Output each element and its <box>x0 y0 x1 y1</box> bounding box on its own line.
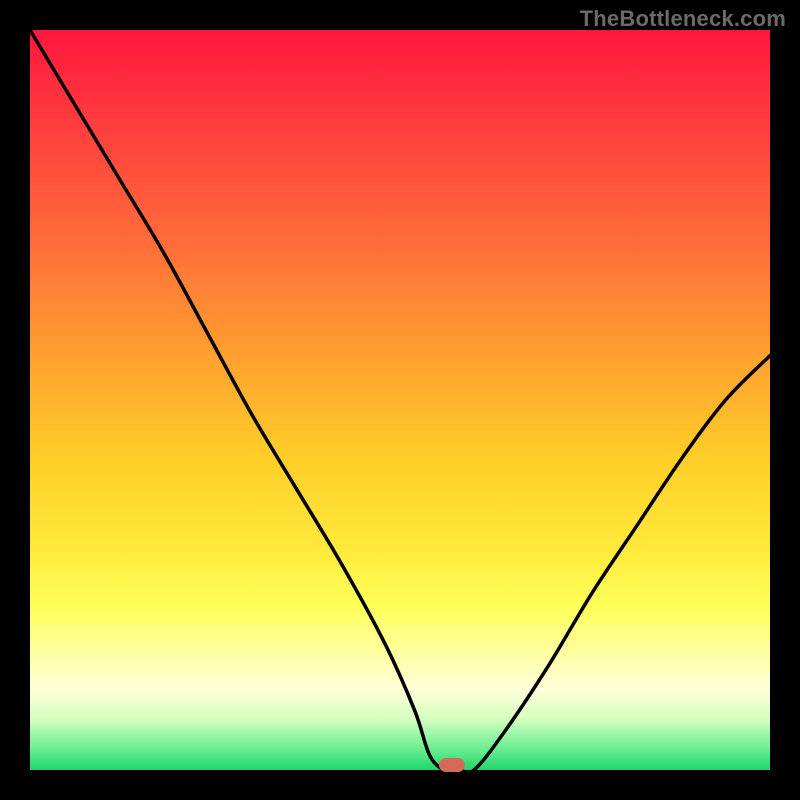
attribution-text: TheBottleneck.com <box>580 6 786 32</box>
bottleneck-curve <box>30 30 770 770</box>
chart-frame: TheBottleneck.com <box>0 0 800 800</box>
min-marker <box>439 758 465 772</box>
plot-area <box>30 30 770 770</box>
